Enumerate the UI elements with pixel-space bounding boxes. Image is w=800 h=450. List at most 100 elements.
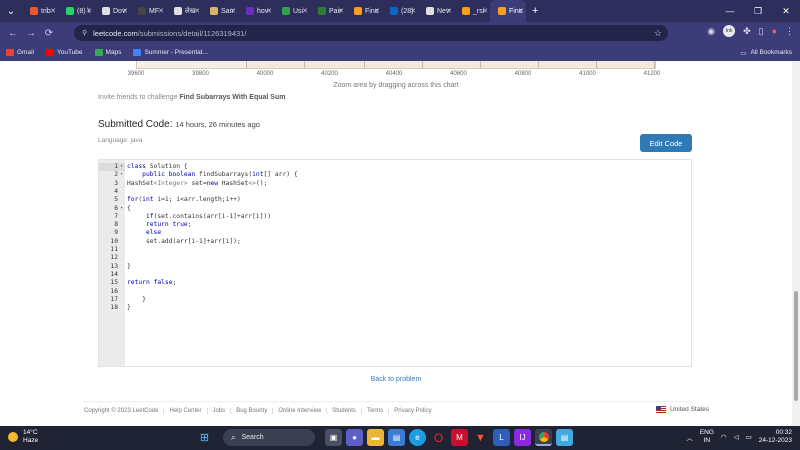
close-tab-icon[interactable]: ✕	[50, 7, 56, 15]
footer-link[interactable]: Students	[326, 408, 361, 414]
bookmark-item[interactable]: Maps	[94, 49, 121, 56]
extensions-icon[interactable]: ✤	[743, 26, 751, 37]
code-line: HashSet<Integer> set=new HashSet<>();	[127, 179, 268, 187]
close-tab-icon[interactable]: ✕	[194, 7, 200, 15]
close-tab-icon[interactable]: ✕	[338, 7, 344, 15]
browser-tab[interactable]: (8) \ ✕	[58, 0, 94, 22]
close-tab-icon[interactable]: ✕	[302, 7, 308, 15]
sidebar-icon[interactable]: ▯	[759, 26, 764, 37]
region-selector[interactable]: United States	[656, 406, 709, 413]
browser-tab[interactable]: Finc ✕	[346, 0, 382, 22]
intellij-icon[interactable]: IJ	[514, 429, 531, 446]
close-tab-icon[interactable]: ✕	[482, 7, 488, 15]
new-tab-button[interactable]: +	[532, 5, 538, 17]
footer-link[interactable]: Privacy Policy	[388, 408, 436, 414]
line-number-text: 16	[110, 287, 118, 295]
code-line: }	[127, 304, 131, 312]
us-flag-icon	[656, 406, 666, 413]
start-windows-icon[interactable]: ⊞	[196, 429, 213, 446]
show-hidden-icons[interactable]: ︿	[686, 432, 693, 442]
task-view-icon[interactable]: ▣	[325, 429, 342, 446]
line-number-text: 8	[114, 221, 118, 229]
app-l-icon[interactable]: L	[493, 429, 510, 446]
browser-tab[interactable]: (28) ✕	[382, 0, 418, 22]
mcafee-icon[interactable]: M	[451, 429, 468, 446]
close-tab-icon[interactable]: ✕	[266, 7, 272, 15]
close-window-icon[interactable]: ✕	[772, 6, 800, 17]
close-tab-icon[interactable]: ✕	[158, 7, 164, 15]
code-line: }	[127, 262, 131, 270]
bookmark-label: Gmail	[17, 49, 34, 56]
footer-link[interactable]: Bug Bounty	[230, 408, 272, 414]
opera-icon[interactable]: O	[430, 429, 447, 446]
profile-icon[interactable]: ●	[772, 26, 777, 36]
browser-tab[interactable]: _rsi ✕	[454, 0, 490, 22]
chrome-icon[interactable]	[535, 429, 552, 446]
fold-arrow-icon[interactable]: ▾	[120, 164, 123, 169]
bookmark-star-icon[interactable]: ☆	[654, 28, 662, 39]
notepad-icon[interactable]: ▤	[556, 429, 573, 446]
bookmark-item[interactable]: YouTube	[45, 49, 83, 56]
clock[interactable]: 00:32 24-12-2023	[759, 429, 792, 445]
profile-avatar[interactable]: Ink	[723, 25, 736, 37]
wifi-icon[interactable]: ◠	[721, 433, 727, 441]
language-indicator[interactable]: ENG IN	[700, 429, 714, 445]
browser-tab[interactable]: लेख ✕	[166, 0, 202, 22]
fold-arrow-icon[interactable]: ▾	[120, 206, 123, 211]
minimize-icon[interactable]: —	[716, 6, 744, 16]
browser-tab[interactable]: Dov ✕	[94, 0, 130, 22]
menu-icon[interactable]: ⋮	[785, 26, 794, 37]
camera-icon[interactable]: ◉	[707, 26, 715, 37]
browser-tab[interactable]: hov ✕	[238, 0, 274, 22]
chat-icon[interactable]: ●	[346, 429, 363, 446]
url-bar[interactable]: ⚲ leetcode.com/submissions/detail/112631…	[74, 25, 668, 41]
invite-prefix: Invite friends to challenge	[98, 94, 180, 101]
bookmark-item[interactable]: Summer - Presentat...	[133, 49, 208, 56]
code-editor[interactable]: 1 ▾ class Solution {2 ▾ public boolean find…	[98, 159, 692, 367]
back-icon[interactable]: ←	[4, 28, 22, 39]
tab-search-icon[interactable]: ⌄	[0, 6, 22, 17]
bookmark-item[interactable]: Gmail	[6, 49, 34, 56]
site-info-icon[interactable]: ⚲	[82, 29, 87, 37]
file-explorer-icon[interactable]: ▬	[367, 429, 384, 446]
store-icon[interactable]: ▤	[388, 429, 405, 446]
close-tab-icon[interactable]: ✕	[122, 7, 128, 15]
edge-icon[interactable]: e	[409, 429, 426, 446]
close-tab-icon[interactable]: ✕	[230, 7, 236, 15]
submission-distribution-chart[interactable]	[136, 61, 656, 69]
taskbar-search[interactable]: ⌕ Search	[223, 429, 315, 446]
browser-tab[interactable]: Pair ✕	[310, 0, 346, 22]
edit-code-button[interactable]: Edit Code	[640, 134, 692, 152]
footer-link[interactable]: Online Interview	[272, 408, 326, 414]
browser-tab[interactable]: Usi ✕	[274, 0, 310, 22]
close-tab-icon[interactable]: ✕	[518, 7, 524, 15]
weather-widget[interactable]: 14°C Haze	[8, 429, 38, 445]
all-bookmarks[interactable]: ▭ All Bookmarks	[740, 49, 792, 57]
tab-favicon-icon	[318, 7, 326, 15]
browser-tab[interactable]: Finc ✕	[490, 0, 526, 22]
browser-tab[interactable]: San ✕	[202, 0, 238, 22]
restore-icon[interactable]: ❐	[744, 6, 772, 17]
close-tab-icon[interactable]: ✕	[410, 7, 416, 15]
browser-tab[interactable]: MF ✕	[130, 0, 166, 22]
close-tab-icon[interactable]: ✕	[374, 7, 380, 15]
volume-icon[interactable]: ◁	[734, 433, 739, 441]
fold-arrow-icon[interactable]: ▾	[120, 172, 123, 177]
code-line: set.add(arr[i-1]+arr[i]);	[127, 237, 241, 245]
brave-icon[interactable]: ▼	[472, 429, 489, 446]
browser-tab[interactable]: Nev ✕	[418, 0, 454, 22]
code-line: return false;	[127, 279, 177, 287]
close-tab-icon[interactable]: ✕	[446, 7, 452, 15]
forward-icon[interactable]: →	[22, 28, 40, 39]
battery-icon[interactable]: ▭	[746, 433, 752, 441]
line-number-text: 4	[114, 187, 118, 195]
scrollbar-thumb[interactable]	[794, 291, 798, 401]
footer-link[interactable]: Terms	[360, 408, 388, 414]
reload-icon[interactable]: ⟳	[40, 28, 58, 39]
page-scrollbar[interactable]	[792, 61, 800, 426]
close-tab-icon[interactable]: ✕	[86, 7, 92, 15]
footer-link[interactable]: Help Center	[163, 408, 206, 414]
footer-link[interactable]: Jobs	[206, 408, 231, 414]
back-to-problem-link[interactable]: Back to problem	[0, 376, 792, 383]
browser-tab[interactable]: trib ✕	[22, 0, 58, 22]
